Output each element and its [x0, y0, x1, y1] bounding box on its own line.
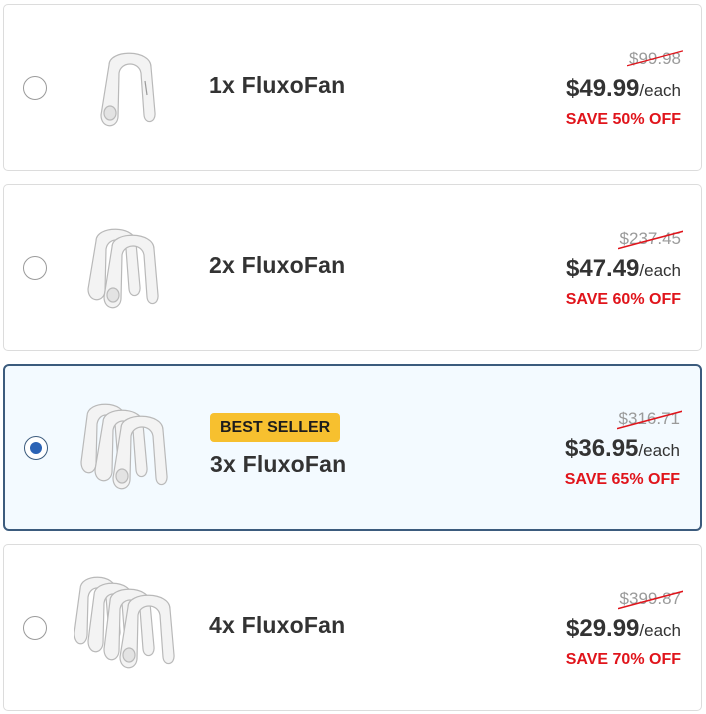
radio-button[interactable] [23, 616, 47, 640]
option-name: 4x FluxoFan [209, 612, 346, 638]
price-unit: /each [639, 621, 681, 640]
unit-price: $49.99/each [566, 75, 681, 103]
price-value: $29.99 [566, 615, 640, 642]
option-name: 2x FluxoFan [209, 252, 346, 278]
savings-label: SAVE 60% OFF [565, 291, 681, 308]
original-price-text: $237.45 [619, 229, 681, 248]
neck-fan-product-image [100, 52, 156, 127]
original-price: $99.98 [627, 49, 683, 69]
original-price: $237.45 [617, 229, 683, 250]
radio-button[interactable] [23, 76, 47, 100]
original-price-text: $99.98 [629, 49, 681, 68]
original-price-text: $316.71 [618, 409, 680, 428]
unit-price: $29.99/each [566, 615, 681, 643]
neck-fan-product-image [87, 228, 159, 309]
bundle-option-3x[interactable]: BEST SELLER 3x FluxoFan $316.71 $36.95/e… [3, 364, 702, 531]
savings-label: SAVE 65% OFF [564, 471, 680, 488]
option-name: 1x FluxoFan [209, 72, 346, 98]
bundle-option-1x[interactable]: 1x FluxoFan $99.98 $49.99/each SAVE 50% … [3, 4, 702, 171]
radio-button[interactable] [23, 256, 47, 280]
price-unit: /each [639, 81, 681, 100]
original-price-text: $399.87 [619, 589, 681, 608]
original-price: $316.71 [616, 409, 682, 430]
bundle-option-2x[interactable]: 2x FluxoFan $237.45 $47.49/each SAVE 60%… [3, 184, 702, 351]
price-value: $36.95 [565, 435, 639, 462]
savings-label: SAVE 70% OFF [565, 651, 681, 668]
price-value: $47.49 [566, 255, 640, 282]
price-unit: /each [639, 261, 681, 280]
savings-label: SAVE 50% OFF [565, 111, 681, 128]
price-value: $49.99 [566, 75, 640, 102]
unit-price: $47.49/each [566, 255, 681, 283]
best-seller-badge: BEST SELLER [210, 413, 341, 442]
original-price: $399.87 [617, 589, 683, 610]
price-unit: /each [638, 441, 680, 460]
neck-fan-product-image [74, 576, 175, 669]
neck-fan-product-image [80, 403, 168, 490]
option-name: 3x FluxoFan [210, 451, 347, 477]
radio-selected-dot [30, 442, 42, 454]
bundle-option-4x[interactable]: 4x FluxoFan $399.87 $29.99/each SAVE 70%… [3, 544, 702, 711]
radio-button[interactable] [24, 436, 48, 460]
unit-price: $36.95/each [565, 435, 680, 463]
